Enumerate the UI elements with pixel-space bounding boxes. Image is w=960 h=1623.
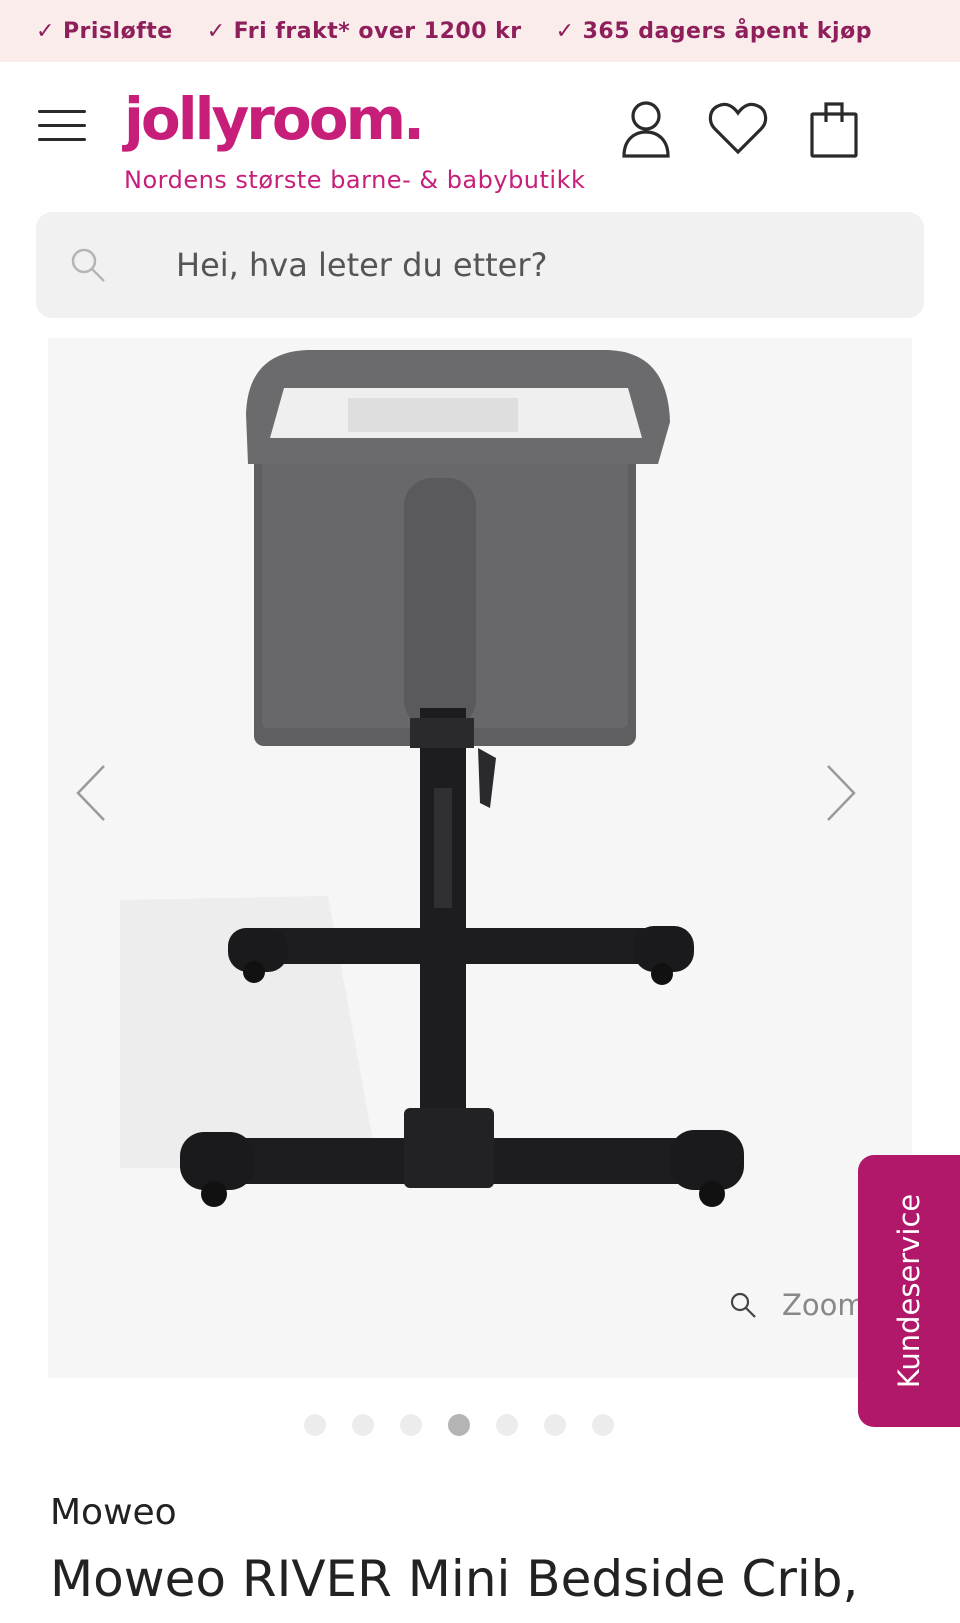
carousel-dot[interactable] [544, 1414, 566, 1436]
usp-text: Prisløfte [62, 18, 173, 44]
product-image-gallery[interactable]: Zoom [48, 338, 912, 1378]
carousel-dot[interactable] [592, 1414, 614, 1436]
product-title: Moweo RIVER Mini Bedside Crib, [50, 1550, 859, 1608]
shopping-bag-icon[interactable] [802, 96, 866, 160]
carousel-dot[interactable] [400, 1414, 422, 1436]
product-brand[interactable]: Moweo [50, 1492, 177, 1533]
usp-text: 365 dagers åpent kjøp [582, 18, 872, 44]
carousel-dot[interactable] [352, 1414, 374, 1436]
prev-image-arrow-icon[interactable] [68, 758, 118, 828]
check-icon: ✓ [36, 18, 55, 44]
carousel-dot-active[interactable] [448, 1414, 470, 1436]
customer-service-tab[interactable]: Kundeservice [858, 1155, 960, 1427]
usp-text: Fri frakt* over 1200 kr [233, 18, 522, 44]
zoom-button[interactable]: Zoom [728, 1288, 866, 1322]
product-image [120, 350, 744, 1207]
usp-item: ✓ Fri frakt* over 1200 kr [207, 19, 522, 44]
zoom-label: Zoom [782, 1288, 866, 1322]
carousel-dot[interactable] [304, 1414, 326, 1436]
zoom-magnifier-icon [730, 1292, 756, 1318]
heart-icon[interactable] [706, 96, 770, 160]
usp-bar: ✓ Prisløfte ✓ Fri frakt* over 1200 kr ✓ … [0, 0, 960, 62]
hamburger-menu-icon[interactable] [38, 110, 86, 144]
usp-item: ✓ Prisløfte [36, 19, 173, 44]
search-input[interactable] [176, 212, 896, 318]
check-icon: ✓ [206, 18, 226, 44]
carousel-dots [0, 1414, 960, 1436]
check-icon: ✓ [555, 18, 575, 44]
search-icon [71, 248, 105, 282]
account-icon[interactable] [614, 96, 678, 160]
site-tagline: Nordens største barne- & babybutikk [124, 166, 586, 194]
search-bar[interactable] [36, 212, 924, 318]
customer-service-label: Kundeservice [892, 1193, 926, 1389]
site-header: jollyroom. Nordens største barne- & baby… [0, 62, 960, 210]
site-logo[interactable]: jollyroom. [124, 84, 425, 154]
usp-item: ✓ 365 dagers åpent kjøp [556, 19, 872, 44]
carousel-dot[interactable] [496, 1414, 518, 1436]
next-image-arrow-icon[interactable] [816, 758, 866, 828]
